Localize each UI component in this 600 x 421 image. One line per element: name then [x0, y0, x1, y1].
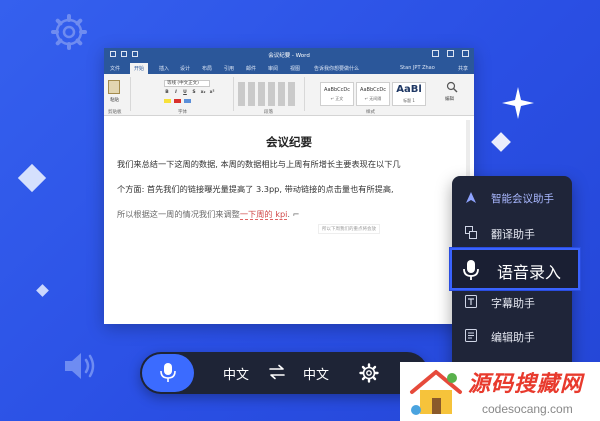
window-title: 会议纪要 - Word — [268, 53, 310, 59]
translate-icon — [465, 226, 477, 239]
tell-me-search[interactable]: 告诉我你想要做什么 — [314, 65, 359, 72]
gear-outline-icon — [51, 14, 87, 50]
tab-design[interactable]: 设计 — [180, 65, 190, 72]
ribbon: 粘贴 等线 (中文正文) B I U S x₂ x² AaBbCcDc ↵ 正文… — [104, 74, 474, 116]
find-icon[interactable] — [446, 81, 458, 93]
word-titlebar: 会议纪要 - Word — [104, 48, 474, 62]
ribbon-tabs: 文件 开始 插入 设计 布局 引用 邮件 审阅 视图 帮助 告诉我你想要做什么 … — [104, 62, 474, 74]
tab-file[interactable]: 文件 — [110, 65, 120, 72]
paragraph-group-label: 段落 — [264, 110, 273, 115]
paragraph-group — [235, 77, 305, 111]
style-normal[interactable]: AaBbCcDc ↵ 正文 — [320, 82, 354, 106]
close-button[interactable] — [462, 50, 469, 57]
diamond-icon — [17, 163, 47, 193]
diamond-icon — [36, 284, 49, 297]
dictation-preview: 所以下周我们的重点将会放 — [318, 224, 380, 234]
sparkle-icon — [502, 87, 534, 119]
clipboard-group-label: 剪贴板 — [108, 110, 122, 115]
minimize-button[interactable] — [432, 50, 439, 57]
tab-review[interactable]: 审阅 — [268, 65, 278, 72]
strikethrough-button[interactable]: S — [191, 90, 197, 95]
watermark: 源码搜藏网 codesocang.com — [400, 362, 600, 421]
maximize-button[interactable] — [447, 50, 454, 57]
font-name-select[interactable]: 等线 (中文正文) — [164, 80, 210, 87]
share-button[interactable]: 共享 — [458, 65, 468, 72]
document-line: 所以根据这一周的情况我们来调整一下周的 kpi. ⌐ — [117, 209, 300, 220]
styles-group: AaBbCcDc ↵ 正文 AaBbCcDc ↵ 无间隔 AaBl 标题 1 — [306, 77, 432, 111]
speaker-icon — [65, 353, 95, 379]
styles-group-label: 样式 — [366, 110, 375, 115]
house-logo-icon — [410, 370, 462, 415]
source-language-select[interactable]: 中文 — [223, 364, 249, 383]
style-no-spacing[interactable]: AaBbCcDc ↵ 无间隔 — [356, 82, 390, 106]
voice-input-bar: 中文 中文 — [140, 352, 428, 394]
edit-group-label: 编辑 — [445, 97, 454, 102]
highlight-color-icon[interactable] — [164, 99, 171, 103]
swap-icon[interactable] — [268, 364, 286, 380]
document-line: 我们来总结一下这周的数据, 本周的数据相比与上周有所增长主要表现在以下几 — [117, 159, 401, 169]
panel-item-editor[interactable]: 编辑助手 — [452, 322, 572, 350]
panel-item-translate[interactable]: 翻译助手 — [452, 219, 572, 247]
document-line: 个方面: 首先我们的链接曝光量提高了 3.3pp, 带动链接的点击量也有所提高, — [117, 184, 394, 194]
logo-icon — [466, 192, 476, 203]
tab-mailings[interactable]: 邮件 — [246, 65, 256, 72]
bold-button[interactable]: B — [164, 90, 170, 95]
tab-view[interactable]: 视图 — [290, 65, 300, 72]
diamond-icon — [491, 132, 511, 152]
style-heading-1[interactable]: AaBl 标题 1 — [392, 82, 426, 106]
microphone-icon — [160, 363, 176, 382]
italic-button[interactable]: I — [173, 90, 179, 95]
font-group-label: 字体 — [178, 110, 187, 115]
font-color-icon[interactable] — [174, 99, 181, 103]
user-name[interactable]: Stan JPT Zhao — [400, 65, 435, 71]
paste-label: 粘贴 — [110, 98, 119, 103]
record-button[interactable] — [142, 354, 194, 392]
underline-button[interactable]: U — [182, 90, 188, 95]
edit-icon — [465, 329, 477, 342]
paragraph-tools[interactable] — [238, 82, 298, 106]
target-language-select[interactable]: 中文 — [303, 364, 329, 383]
watermark-url: codesocang.com — [482, 402, 573, 416]
clipboard-group: 粘贴 — [104, 77, 131, 111]
document-title: 会议纪要 — [266, 135, 312, 149]
subscript-button[interactable]: x₂ — [200, 90, 206, 95]
tab-layout[interactable]: 布局 — [202, 65, 212, 72]
tab-home[interactable]: 开始 — [130, 63, 149, 74]
word-window: 会议纪要 - Word 文件 开始 插入 设计 布局 引用 邮件 审阅 视图 帮… — [104, 48, 474, 324]
tab-insert[interactable]: 插入 — [159, 65, 169, 72]
edit-group: 编辑 — [434, 77, 474, 111]
superscript-button[interactable]: x² — [209, 90, 215, 95]
tab-references[interactable]: 引用 — [224, 65, 234, 72]
microphone-icon — [463, 260, 479, 280]
panel-item-voice-input[interactable]: 语音录入 — [450, 248, 580, 290]
paste-icon[interactable] — [108, 80, 120, 94]
watermark-brand: 源码搜藏网 — [468, 372, 584, 397]
text-effects-icon[interactable] — [184, 99, 191, 103]
panel-item-subtitle[interactable]: 字幕助手 — [452, 288, 572, 316]
subtitle-icon — [465, 295, 477, 308]
font-group: 等线 (中文正文) B I U S x₂ x² — [132, 77, 234, 111]
gear-icon[interactable] — [359, 363, 379, 383]
panel-item-smart-meeting[interactable]: 智能会议助手 — [452, 184, 572, 212]
